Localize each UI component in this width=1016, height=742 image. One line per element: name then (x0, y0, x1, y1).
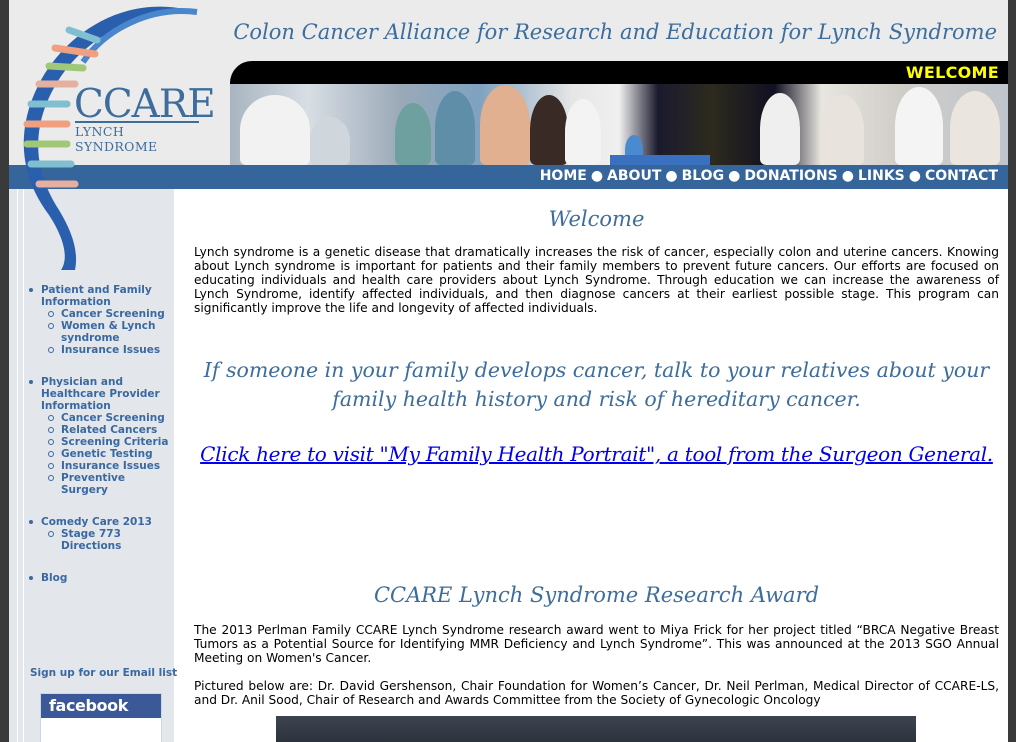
site-tagline: Colon Cancer Alliance for Research and E… (233, 20, 997, 44)
sidebar-item-cancer-screening[interactable]: Cancer Screening (41, 412, 173, 424)
welcome-label: WELCOME (905, 63, 999, 82)
facebook-widget[interactable]: facebook (40, 693, 162, 742)
sidebar-item-cancer-screening[interactable]: Cancer Screening (41, 308, 173, 320)
research-award-paragraph: The 2013 Perlman Family CCARE Lynch Synd… (194, 623, 999, 665)
sidebar-item-stage-directions[interactable]: Stage 773 Directions (41, 528, 173, 552)
sidebar-item-preventive-surgery[interactable]: Preventive Surgery (41, 472, 173, 496)
nav-separator: ● (590, 168, 604, 184)
nav-separator: ● (665, 168, 678, 184)
sidebar-group-comedy: Comedy Care 2013 Stage 773 Directions (27, 516, 173, 552)
email-signup-link[interactable]: Sign up for our Email list (30, 667, 177, 679)
main-nav: HOME ● ABOUT ● BLOG ● DONATIONS ● LINKS ● CONTACT (540, 168, 998, 184)
facebook-logo: facebook (41, 694, 161, 718)
research-award-heading: CCARE Lynch Syndrome Research Award (373, 583, 820, 607)
family-history-quote: If someone in your family develops cance… (203, 358, 990, 411)
header-banner-image (230, 84, 1008, 165)
nav-separator: ● (908, 168, 921, 184)
sidebar-sublist: Cancer Screening Women & Lynch syndrome … (41, 308, 173, 356)
sidebar-stripes (17, 189, 24, 742)
sidebar-item-genetic-testing[interactable]: Genetic Testing (41, 448, 173, 460)
nav-home-link[interactable]: HOME (540, 168, 587, 184)
sidebar-item-insurance-issues[interactable]: Insurance Issues (41, 460, 173, 472)
intro-paragraph: Lynch syndrome is a genetic disease that… (194, 245, 999, 315)
sidebar-sublist: Stage 773 Directions (41, 528, 173, 552)
page: Colon Cancer Alliance for Research and E… (9, 0, 1008, 742)
nav-blog-link[interactable]: BLOG (682, 168, 725, 184)
nav-contact-link[interactable]: CONTACT (925, 168, 998, 184)
nav-separator: ● (841, 168, 854, 184)
sidebar-group-blog: Blog (27, 572, 173, 584)
sidebar-link-physician-info[interactable]: Physician and Healthcare Provider Inform… (41, 376, 160, 412)
logo-subtitle: LYNCH SYNDROME (75, 121, 199, 154)
welcome-heading: Welcome (548, 207, 645, 231)
welcome-bar: WELCOME (230, 61, 1008, 84)
sidebar-sublist: Cancer Screening Related Cancers Screeni… (41, 412, 173, 496)
sidebar-link-comedy-care[interactable]: Comedy Care 2013 (41, 516, 152, 528)
pictured-caption: Pictured below are: Dr. David Gershenson… (194, 679, 999, 707)
sidebar-item-women-lynch[interactable]: Women & Lynch syndrome (41, 320, 173, 344)
sidebar-link-patient-info[interactable]: Patient and Family Information (41, 284, 152, 308)
sidebar-nav: Patient and Family Information Cancer Sc… (27, 284, 173, 604)
main-content: Welcome Lynch syndrome is a genetic dise… (194, 189, 999, 742)
nav-separator: ● (728, 168, 741, 184)
family-health-portrait-link[interactable]: Click here to visit "My Family Health Po… (194, 442, 999, 466)
nav-donations-link[interactable]: DONATIONS (744, 168, 837, 184)
award-photo (276, 716, 916, 742)
sidebar-item-insurance-issues[interactable]: Insurance Issues (41, 344, 173, 356)
sidebar-item-screening-criteria[interactable]: Screening Criteria (41, 436, 173, 448)
sidebar: Patient and Family Information Cancer Sc… (9, 189, 177, 742)
sidebar-group-physician: Physician and Healthcare Provider Inform… (27, 376, 173, 496)
sidebar-group-patient: Patient and Family Information Cancer Sc… (27, 284, 173, 356)
nav-links-link[interactable]: LINKS (858, 168, 905, 184)
sidebar-item-related-cancers[interactable]: Related Cancers (41, 424, 173, 436)
nav-about-link[interactable]: ABOUT (607, 168, 661, 184)
sidebar-link-blog[interactable]: Blog (41, 572, 67, 584)
